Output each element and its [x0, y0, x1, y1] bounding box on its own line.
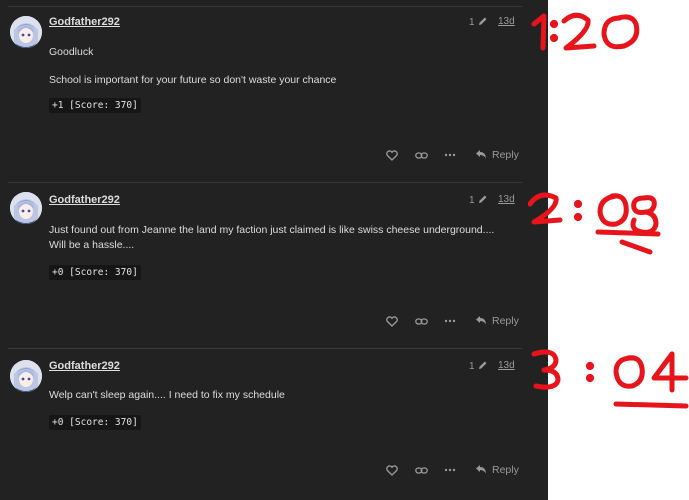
handwritten-annotation-3-04 — [531, 349, 689, 409]
post-text-line: School is important for your future so d… — [49, 74, 337, 86]
reply-arrow-icon — [475, 464, 487, 477]
avatar[interactable] — [10, 16, 42, 48]
post-2: Godfather292 1 13d Just found out from J… — [0, 182, 548, 348]
post-actions: Reply — [384, 462, 519, 478]
reply-button[interactable]: Reply — [475, 464, 519, 477]
reply-arrow-icon — [475, 149, 487, 162]
score-code: +0 [Score: 370] — [49, 415, 141, 430]
reply-button[interactable]: Reply — [475, 315, 519, 328]
username[interactable]: Godfather292 — [49, 16, 120, 28]
avatar[interactable] — [10, 192, 42, 224]
heart-icon[interactable] — [384, 147, 400, 163]
post-actions: Reply — [384, 147, 519, 163]
post-divider — [8, 348, 522, 349]
reply-button[interactable]: Reply — [475, 149, 519, 162]
handwritten-annotation-1-20 — [531, 12, 640, 51]
edit-count: 1 — [469, 17, 475, 28]
post-divider — [8, 182, 522, 183]
pencil-icon — [478, 360, 488, 373]
forum-thread: Godfather292 1 13d Goodluck School is im… — [0, 0, 548, 500]
pencil-icon — [478, 194, 488, 207]
post-date[interactable]: 13d — [498, 360, 515, 371]
post-1: Godfather292 1 13d Goodluck School is im… — [0, 0, 548, 182]
more-options-icon[interactable] — [442, 462, 458, 478]
reply-label: Reply — [492, 315, 519, 327]
more-options-icon[interactable] — [442, 147, 458, 163]
reply-label: Reply — [492, 464, 519, 476]
reply-arrow-icon — [475, 315, 487, 328]
avatar[interactable] — [10, 360, 42, 392]
page: Godfather292 1 13d Goodluck School is im… — [0, 0, 689, 500]
score-code: +1 [Score: 370] — [49, 98, 141, 113]
post-divider — [8, 6, 522, 7]
username[interactable]: Godfather292 — [49, 194, 120, 206]
post-date[interactable]: 13d — [498, 194, 515, 205]
edit-history[interactable]: 1 — [469, 360, 488, 373]
edit-count: 1 — [469, 195, 475, 206]
edit-history[interactable]: 1 — [469, 16, 488, 29]
score-code: +0 [Score: 370] — [49, 265, 141, 280]
reply-label: Reply — [492, 149, 519, 161]
handwritten-annotation-2-08 — [528, 192, 661, 255]
post-text-line: Goodluck — [49, 46, 94, 58]
post-date[interactable]: 13d — [498, 16, 515, 27]
edit-count: 1 — [469, 361, 475, 372]
post-text: Just found out from Jeanne the land my f… — [49, 224, 495, 251]
link-icon[interactable] — [413, 147, 429, 163]
link-icon[interactable] — [413, 313, 429, 329]
heart-icon[interactable] — [384, 313, 400, 329]
link-icon[interactable] — [413, 462, 429, 478]
edit-history[interactable]: 1 — [469, 194, 488, 207]
post-text: Welp can't sleep again.... I need to fix… — [49, 389, 285, 401]
more-options-icon[interactable] — [442, 313, 458, 329]
post-actions: Reply — [384, 313, 519, 329]
post-3: Godfather292 1 13d Welp can't sleep agai… — [0, 348, 548, 500]
username[interactable]: Godfather292 — [49, 360, 120, 372]
heart-icon[interactable] — [384, 462, 400, 478]
pencil-icon — [478, 16, 488, 29]
